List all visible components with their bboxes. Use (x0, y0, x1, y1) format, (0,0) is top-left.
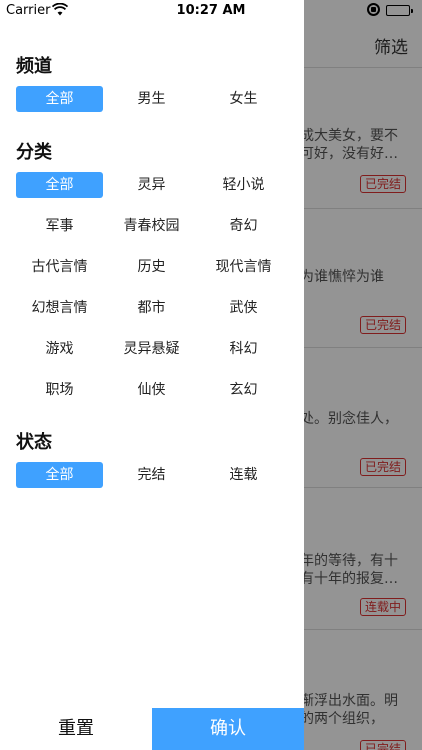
section-title-channel: 频道 (16, 56, 52, 77)
category-option[interactable]: 都市 (108, 295, 195, 321)
category-option[interactable]: 仙侠 (108, 377, 195, 403)
status-option-all[interactable]: 全部 (16, 462, 103, 488)
channel-option-female[interactable]: 女生 (200, 86, 287, 112)
category-options-row: 幻想言情 都市 武侠 (16, 295, 288, 321)
category-option[interactable]: 科幻 (200, 336, 287, 362)
category-option[interactable]: 历史 (108, 254, 195, 280)
category-option[interactable]: 青春校园 (108, 213, 195, 239)
category-option[interactable]: 古代言情 (16, 254, 103, 280)
category-option[interactable]: 全部 (16, 172, 103, 198)
category-option[interactable]: 游戏 (16, 336, 103, 362)
confirm-button[interactable]: 确认 (152, 708, 304, 750)
section-title-status: 状态 (16, 432, 52, 453)
status-time: 10:27 AM (176, 3, 246, 18)
category-options-row: 职场 仙侠 玄幻 (16, 377, 288, 403)
battery-icon (386, 5, 413, 16)
status-options: 全部 完结 连载 (16, 462, 288, 488)
channel-option-all[interactable]: 全部 (16, 86, 103, 112)
category-options-row: 全部 灵异 轻小说 (16, 172, 288, 198)
category-option[interactable]: 武侠 (200, 295, 287, 321)
category-options-row: 游戏 灵异悬疑 科幻 (16, 336, 288, 362)
category-option[interactable]: 灵异悬疑 (108, 336, 195, 362)
category-option[interactable]: 玄幻 (200, 377, 287, 403)
category-option[interactable]: 奇幻 (200, 213, 287, 239)
category-option[interactable]: 轻小说 (200, 172, 287, 198)
category-option[interactable]: 现代言情 (200, 254, 287, 280)
channel-options: 全部 男生 女生 (16, 86, 288, 112)
channel-option-male[interactable]: 男生 (108, 86, 195, 112)
filter-drawer: 频道 全部 男生 女生 分类 全部 灵异 轻小说 军事 青春校园 奇幻 古代言情… (0, 0, 304, 750)
status-option-serializing[interactable]: 连载 (200, 462, 287, 488)
category-option[interactable]: 职场 (16, 377, 103, 403)
category-option[interactable]: 灵异 (108, 172, 195, 198)
category-option[interactable]: 幻想言情 (16, 295, 103, 321)
category-options-row: 古代言情 历史 现代言情 (16, 254, 288, 280)
category-options-row: 军事 青春校园 奇幻 (16, 213, 288, 239)
status-bar: Carrier 10:27 AM (0, 0, 422, 20)
rotation-lock-icon (367, 3, 380, 16)
status-option-finished[interactable]: 完结 (108, 462, 195, 488)
section-title-category: 分类 (16, 142, 52, 163)
category-option[interactable]: 军事 (16, 213, 103, 239)
reset-button[interactable]: 重置 (0, 708, 152, 750)
